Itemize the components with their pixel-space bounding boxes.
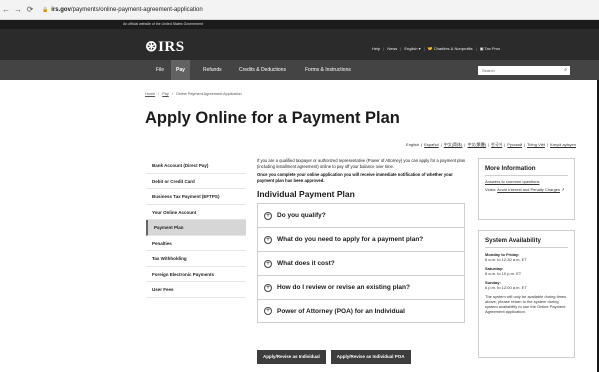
notice-text: Once you complete your online applicatio… — [257, 172, 453, 183]
utility-nav: Help | News | English ▾ | 🤝 Charities & … — [372, 46, 501, 51]
lang-vietnamese[interactable]: Tiếng Việt — [527, 142, 545, 148]
more-info-title: More Information — [485, 165, 536, 172]
sidebar-item-foreign-payments[interactable]: Foreign Electronic Payments — [146, 267, 246, 282]
system-availability-box: System Availability Monday to Friday: 6 … — [478, 230, 575, 358]
nav-credits-deductions[interactable]: Credits & Deductions — [234, 60, 291, 80]
nav-forms-instructions[interactable]: Forms & Instructions — [300, 60, 356, 80]
accordion-item-cost[interactable]: + What does it cost? — [257, 251, 465, 276]
accordion-item-what-you-need[interactable]: + What do you need to apply for a payment… — [257, 227, 465, 252]
main-content: If you are a qualified taxpayer or autho… — [257, 158, 467, 324]
irs-logo[interactable]: ⊛IRS — [145, 37, 185, 56]
search-input[interactable]: Search ⌕ — [478, 66, 570, 75]
sidebar-item-penalties[interactable]: Penalties — [146, 236, 246, 251]
handshake-icon: 🤝 — [427, 46, 433, 51]
lang-spanish[interactable]: Español — [424, 142, 438, 148]
lang-korean[interactable]: 한국어 — [491, 142, 502, 148]
tax-pros-link[interactable]: ▣ Tax Pros — [480, 46, 500, 51]
sidebar-item-online-account[interactable]: Your Online Account — [146, 205, 246, 220]
site-header: ⊛IRS Help | News | English ▾ | 🤝 Chariti… — [0, 29, 599, 60]
sidebar-item-payment-plan[interactable]: Payment Plan — [146, 220, 246, 236]
sidebar-nav: Bank Account (Direct Pay) Debit or Credi… — [146, 158, 246, 298]
forward-arrow-icon[interactable]: → — [12, 5, 24, 14]
accordion: + Do you qualify? + What do you need to ap… — [257, 203, 465, 324]
accordion-item-review-revise[interactable]: + How do I review or revise an existing p… — [257, 275, 465, 300]
lang-chinese-traditional[interactable]: 中文(繁體) — [467, 142, 486, 148]
plus-icon: + — [264, 235, 272, 244]
back-arrow-icon[interactable]: ← — [0, 5, 12, 14]
plus-icon: + — [264, 211, 272, 220]
more-information-box: More Information Answers to common quest… — [478, 158, 575, 220]
sidebar-item-user-fees[interactable]: User Fees — [146, 282, 246, 298]
lang-chinese-simplified[interactable]: 中文(简体) — [444, 142, 463, 148]
lang-haitian-creole[interactable]: Kreyòl ayisyen — [550, 142, 576, 148]
charities-link[interactable]: 🤝 Charities & Nonprofits — [428, 46, 473, 51]
browser-window: ← → ⟳ 🔒 irs.gov /payments/online-payment… — [0, 0, 599, 372]
plus-icon: + — [264, 259, 272, 268]
gov-banner: An official website of the United States… — [0, 20, 599, 29]
sidebar-item-tax-withholding[interactable]: Tax Withholding — [146, 251, 246, 267]
language-dropdown[interactable]: English ▾ — [404, 46, 420, 51]
intro-text: If you are a qualified taxpayer or autho… — [257, 158, 466, 169]
availability-note: The system will only be available during… — [485, 294, 567, 314]
availability-hours: 6 a.m. to 10 p.m. ET — [485, 271, 522, 276]
plus-icon: + — [264, 283, 272, 292]
news-link[interactable]: News — [387, 46, 397, 51]
address-bar[interactable]: 🔒 irs.gov /payments/online-payment-agree… — [42, 7, 203, 13]
eagle-logo-icon: ⊛ — [145, 39, 159, 55]
nav-refunds[interactable]: Refunds — [198, 60, 227, 80]
sidebar-item-debit-credit-card[interactable]: Debit or Credit Card — [146, 174, 246, 189]
page-title: Apply Online for a Payment Plan — [145, 109, 400, 127]
breadcrumb-current: Online Payment Agreement Application — [175, 92, 242, 96]
url-domain: irs.gov — [51, 6, 71, 13]
availability-hours: 6 a.m. to 12:30 a.m. ET — [485, 257, 527, 262]
video-link[interactable]: Avoid Interest and Penalty Charges — [497, 187, 560, 192]
accordion-item-qualify[interactable]: + Do you qualify? — [257, 203, 465, 228]
lock-icon: 🔒 — [42, 6, 49, 13]
availability-hours: 6 p.m. to 12:00 a.m. ET — [485, 285, 527, 290]
reload-icon[interactable]: ⟳ — [24, 5, 36, 14]
lang-russian[interactable]: Русский — [507, 142, 522, 148]
chevron-down-icon: ▾ — [418, 46, 421, 51]
accordion-item-poa[interactable]: + Power of Attorney (POA) for an Individu… — [257, 299, 465, 324]
external-link-icon: ↗ — [561, 187, 565, 192]
help-link[interactable]: Help — [372, 46, 380, 51]
language-links: English | Español | 中文(简体) | 中文(繁體) | 한국어 | Р… — [406, 142, 576, 148]
search-icon[interactable]: ⌕ — [564, 66, 567, 75]
sidebar-item-direct-pay[interactable]: Bank Account (Direct Pay) — [146, 158, 246, 174]
apply-individual-poa-button[interactable]: Apply/Revise as Individual POA — [330, 350, 411, 364]
plus-icon: + — [264, 307, 272, 316]
apply-individual-button[interactable]: Apply/Revise as Individual — [257, 350, 326, 364]
url-path: /payments/online-payment-agreement-appli… — [70, 6, 203, 13]
lang-english: English — [406, 142, 420, 147]
section-title: Individual Payment Plan — [257, 189, 355, 200]
breadcrumb-pay[interactable]: Pay — [162, 92, 169, 96]
nav-pay[interactable]: Pay — [171, 60, 190, 80]
breadcrumb-home[interactable]: Home — [145, 92, 155, 96]
action-buttons: Apply/Revise as Individual Apply/Revise … — [257, 350, 411, 364]
briefcase-icon: ▣ — [479, 46, 484, 51]
breadcrumb: Home / Pay / Online Payment Agreement Appl… — [145, 92, 242, 96]
main-nav: File Pay Refunds Credits & Deductions Fo… — [0, 60, 599, 80]
browser-toolbar: ← → ⟳ 🔒 irs.gov /payments/online-payment… — [0, 0, 599, 20]
availability-title: System Availability — [485, 237, 541, 244]
nav-file[interactable]: File — [151, 60, 169, 80]
video-link-row: Video: Avoid Interest and Penalty Charge… — [485, 187, 565, 192]
answers-link[interactable]: Answers to common questions — [485, 179, 568, 184]
sidebar-item-eftps[interactable]: Business Tax Payment (EFTPS) — [146, 189, 246, 205]
